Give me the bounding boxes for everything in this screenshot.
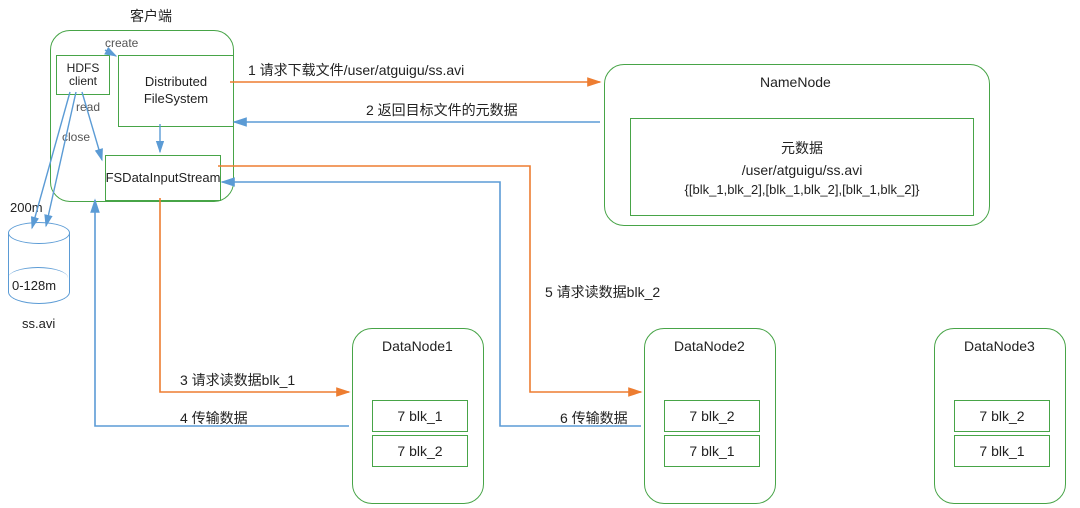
step4-label: 4 传输数据 bbox=[180, 408, 248, 428]
metadata-blocks: {[blk_1,blk_2],[blk_1,blk_2],[blk_1,blk_… bbox=[685, 182, 920, 197]
datanode2-title: DataNode2 bbox=[674, 338, 745, 354]
fs-data-input-stream: FSDataInputStream bbox=[105, 155, 221, 201]
step1-label: 1 请求下载文件/user/atguigu/ss.avi bbox=[248, 60, 464, 80]
file-cylinder-top bbox=[8, 222, 70, 244]
metadata-path: /user/atguigu/ss.avi bbox=[742, 162, 863, 178]
dn2-blk2: 7 blk_1 bbox=[664, 435, 760, 467]
datanode1-title: DataNode1 bbox=[382, 338, 453, 354]
distributed-filesystem: Distributed FileSystem bbox=[118, 55, 234, 127]
step2-label: 2 返回目标文件的元数据 bbox=[366, 100, 518, 120]
cylinder-range: 0-128m bbox=[12, 278, 56, 293]
metadata-title: 元数据 bbox=[781, 138, 823, 158]
dn3-blk2: 7 blk_1 bbox=[954, 435, 1050, 467]
cylinder-file: ss.avi bbox=[22, 316, 55, 331]
namenode-title: NameNode bbox=[760, 74, 831, 90]
read-label: read bbox=[76, 100, 100, 114]
step5-label: 5 请求读数据blk_2 bbox=[545, 282, 660, 302]
step6-label: 6 传输数据 bbox=[560, 408, 628, 428]
dn1-blk1: 7 blk_1 bbox=[372, 400, 468, 432]
metadata-box: 元数据 /user/atguigu/ss.avi {[blk_1,blk_2],… bbox=[630, 118, 974, 216]
dn1-blk2: 7 blk_2 bbox=[372, 435, 468, 467]
client-title: 客户端 bbox=[130, 6, 172, 26]
create-label: create bbox=[105, 36, 138, 50]
close-label: close bbox=[62, 130, 90, 144]
dn2-blk1: 7 blk_2 bbox=[664, 400, 760, 432]
cylinder-size: 200m bbox=[10, 200, 43, 215]
datanode3-title: DataNode3 bbox=[964, 338, 1035, 354]
hdfs-client: HDFS client bbox=[56, 55, 110, 95]
dn3-blk1: 7 blk_2 bbox=[954, 400, 1050, 432]
step3-label: 3 请求读数据blk_1 bbox=[180, 370, 295, 390]
